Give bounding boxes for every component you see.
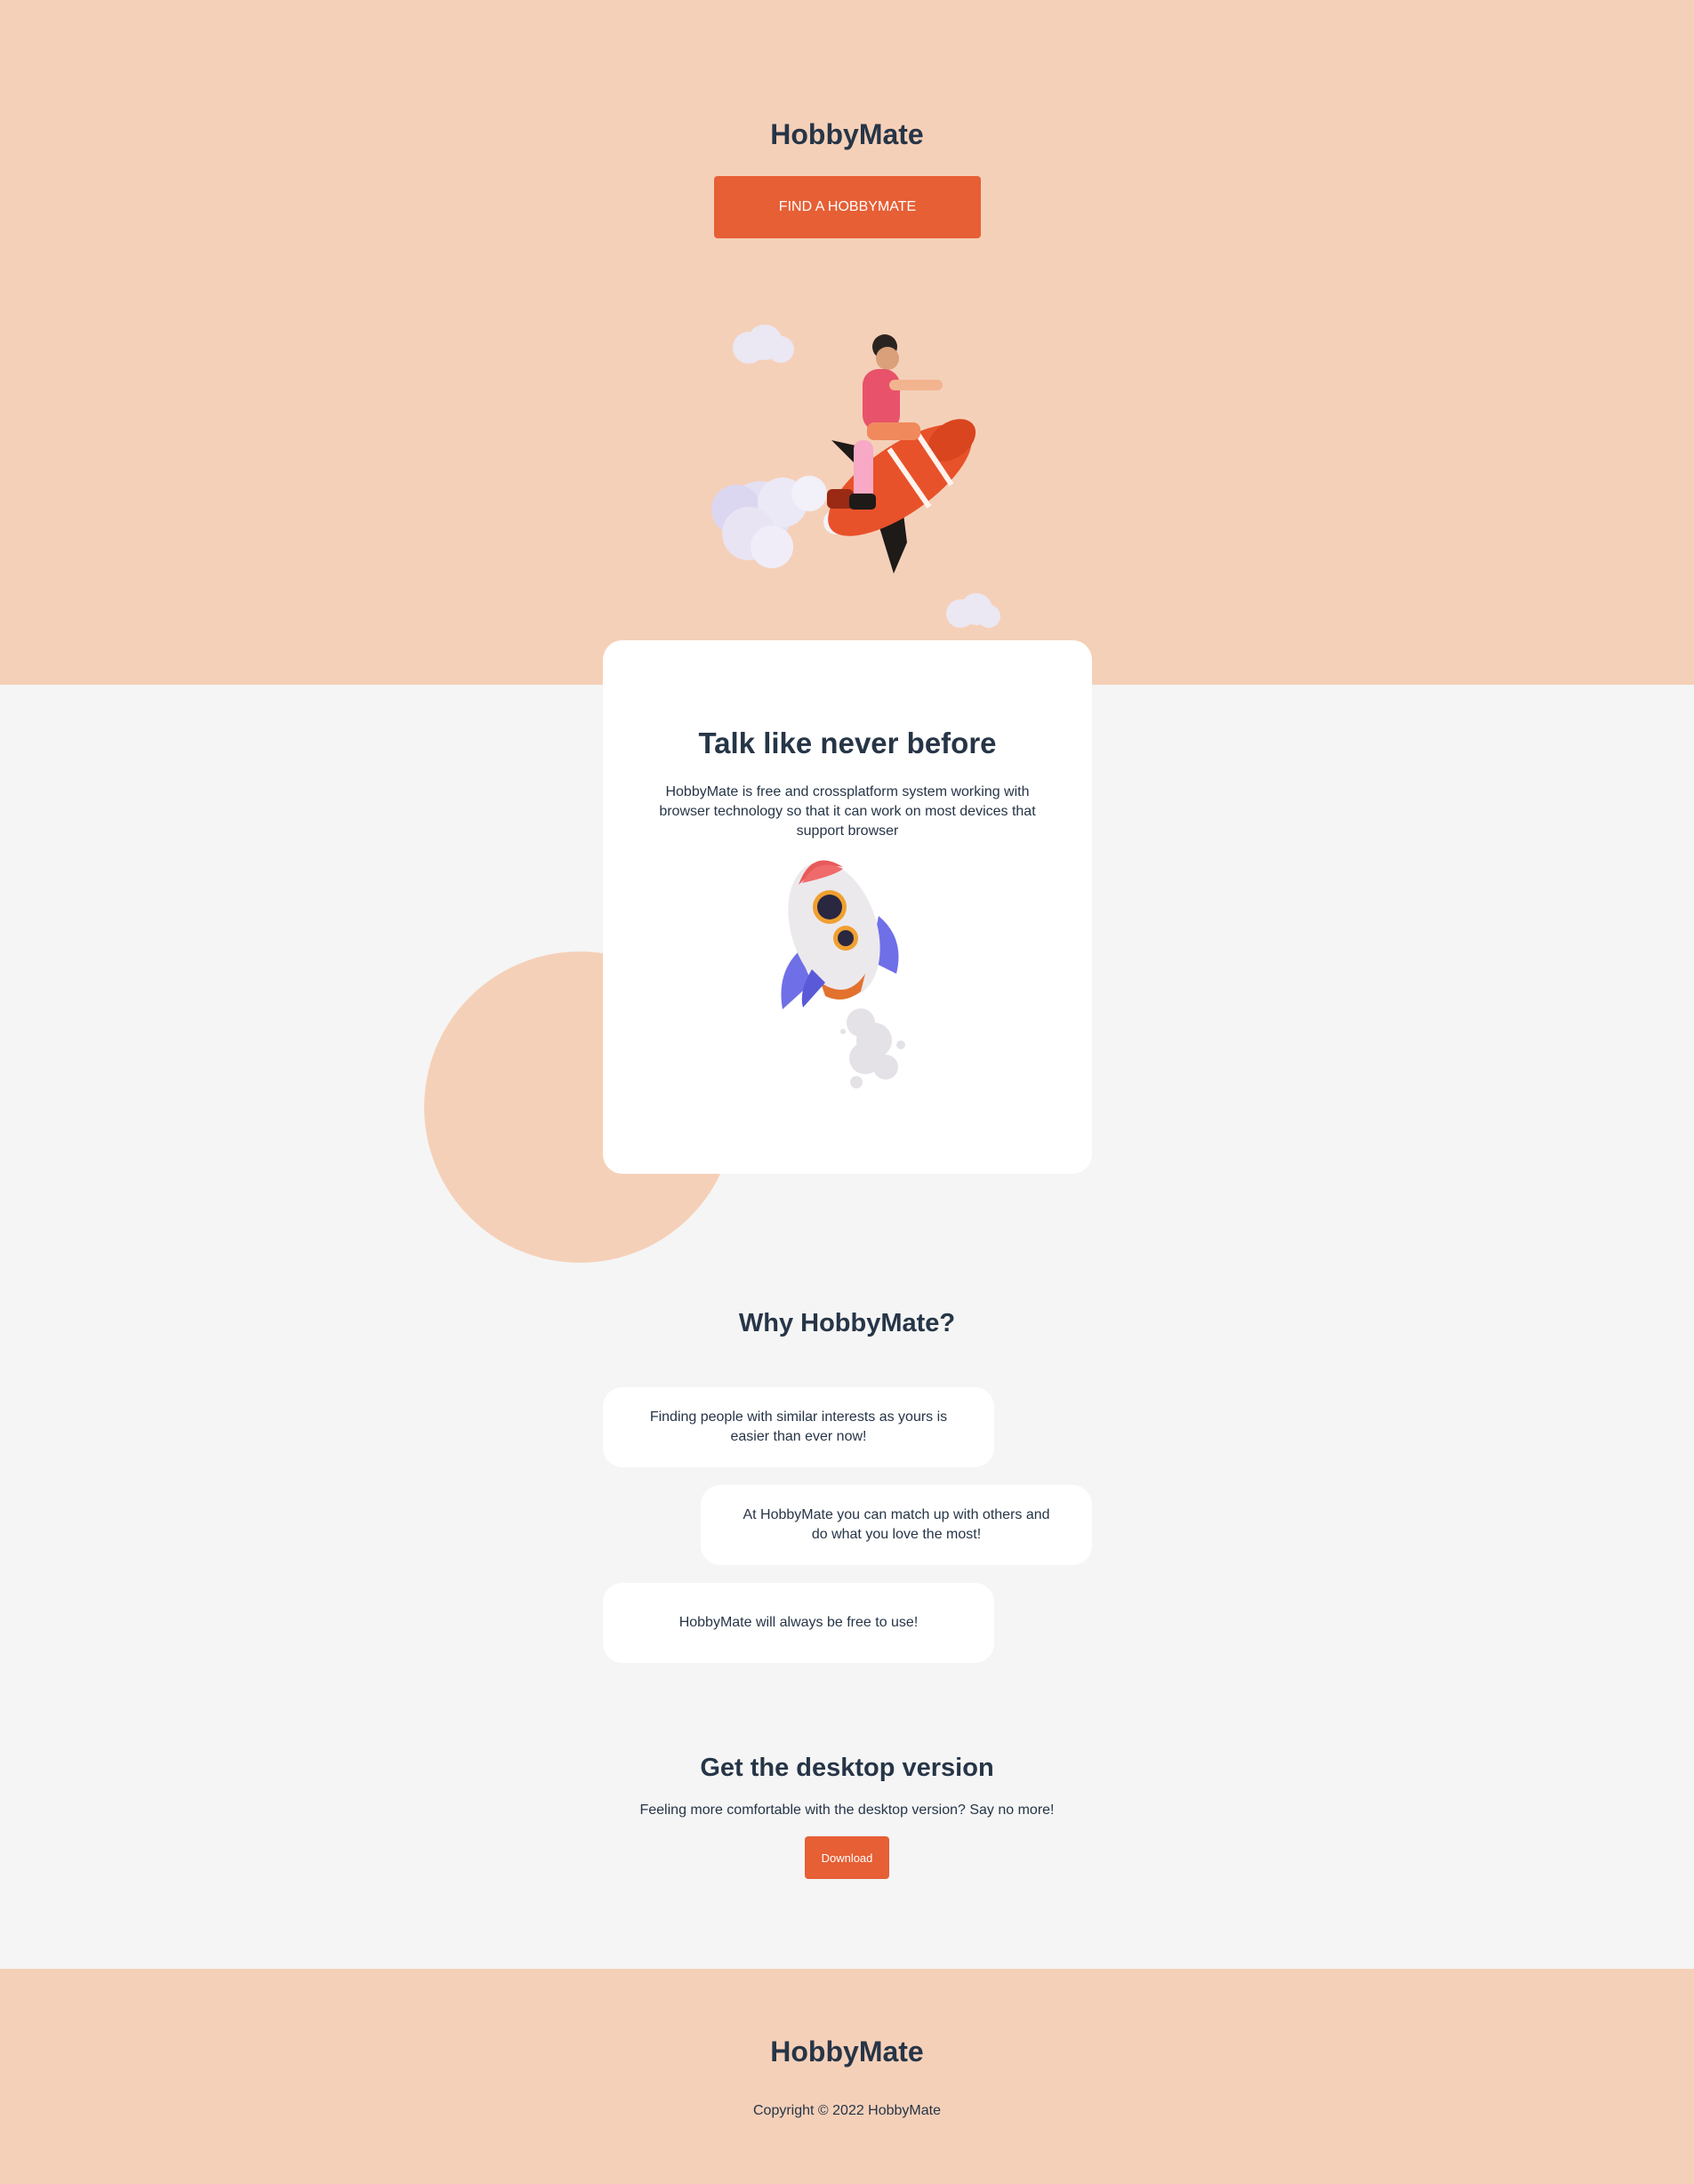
footer: HobbyMate Copyright © 2022 HobbyMate — [0, 1969, 1694, 2184]
why-item-3: HobbyMate will always be free to use! — [603, 1583, 994, 1663]
why-item-1: Finding people with similar interests as… — [603, 1387, 994, 1467]
hero-section: HobbyMate FIND A HOBBYMATE — [0, 0, 1694, 685]
download-button[interactable]: Download — [805, 1836, 889, 1879]
hero-brand-title: HobbyMate — [770, 118, 924, 150]
rocket-icon — [781, 860, 905, 1088]
why-section-title: Why HobbyMate? — [738, 1309, 956, 1337]
feature-card: Talk like never before HobbyMate is free… — [603, 640, 1092, 1174]
rocket-rider-illustration — [711, 325, 1000, 628]
footer-brand-title: HobbyMate — [770, 2035, 924, 2068]
why-item-2: At HobbyMate you can match up with other… — [701, 1485, 1092, 1565]
copyright-text: Copyright © 2022 HobbyMate — [752, 2103, 941, 2118]
card-description: HobbyMate is free and crossplatform syst… — [659, 784, 1036, 839]
card-title: Talk like never before — [698, 727, 997, 759]
desktop-description: Feeling more comfortable with the deskto… — [639, 1803, 1055, 1818]
find-hobbymate-button[interactable]: FIND A HOBBYMATE — [714, 176, 981, 238]
desktop-section-title: Get the desktop version — [700, 1754, 994, 1782]
